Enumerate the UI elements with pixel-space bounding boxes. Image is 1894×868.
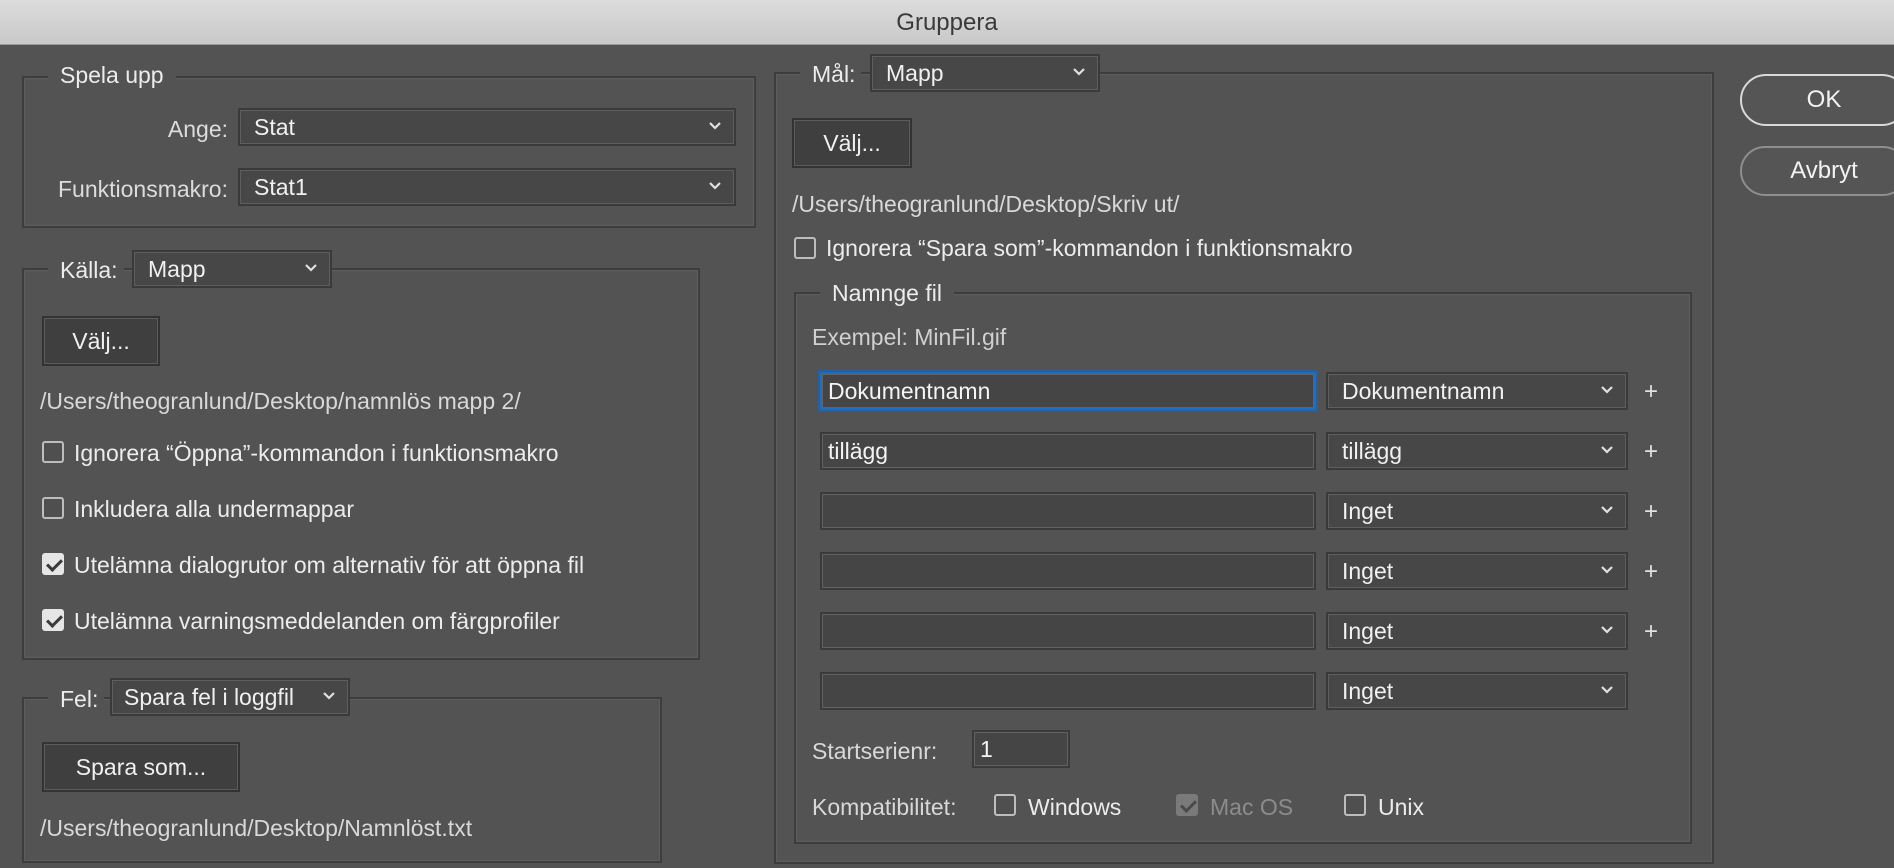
compat-label: Kompatibilitet: (812, 794, 957, 820)
chevron-down-icon (322, 680, 336, 714)
add-row-button-2[interactable]: + (1641, 438, 1661, 466)
name-select-value-2: tillägg (1342, 438, 1403, 464)
source-choose-button[interactable]: Välj... (42, 316, 160, 366)
play-legend: Spela upp (48, 62, 176, 89)
name-select-value-4: Inget (1342, 558, 1394, 584)
chevron-down-icon (1600, 434, 1614, 468)
serial-input[interactable]: 1 (972, 730, 1070, 768)
name-text-field-1[interactable]: Dokumentnamn (820, 372, 1316, 410)
compat-windows-checkbox[interactable] (994, 794, 1016, 816)
add-row-button-5[interactable]: + (1641, 618, 1661, 646)
name-select-5[interactable]: Inget (1326, 612, 1628, 650)
action-select[interactable]: Stat1 (238, 168, 736, 206)
action-label: Funktionsmakro: (57, 176, 228, 202)
destination-label: Mål: (800, 61, 862, 88)
source-select[interactable]: Mapp (132, 250, 332, 288)
name-select-4[interactable]: Inget (1326, 552, 1628, 590)
source-option-label-3: Utelämna dialogrutor om alternativ för a… (74, 552, 585, 578)
compat-macos-label: Mac OS (1210, 794, 1294, 820)
chevron-down-icon (1600, 494, 1614, 528)
action-select-value: Stat1 (254, 174, 308, 200)
set-select[interactable]: Stat (238, 108, 736, 146)
source-option-checkbox-2[interactable] (42, 497, 64, 519)
window-title-bar: Gruppera (0, 0, 1894, 45)
add-row-button-1[interactable]: + (1641, 378, 1661, 406)
name-text-field-6[interactable] (820, 672, 1316, 710)
compat-macos-checkbox (1176, 794, 1198, 816)
source-option-checkbox-3[interactable] (42, 553, 64, 575)
name-select-value-1: Dokumentnamn (1342, 378, 1505, 404)
chevron-down-icon (1600, 554, 1614, 588)
ignore-save-as-label: Ignorera “Spara som”-kommandon i funktio… (826, 235, 1353, 261)
compat-windows-label: Windows (1028, 794, 1122, 820)
name-text-field-5[interactable] (820, 612, 1316, 650)
source-option-label-1: Ignorera “Öppna”-kommandon i funktionsma… (74, 440, 559, 466)
compat-unix-checkbox[interactable] (1344, 794, 1366, 816)
add-row-button-4[interactable]: + (1641, 558, 1661, 586)
set-label: Ange: (167, 116, 228, 142)
destination-select-value: Mapp (886, 60, 944, 86)
source-option-label-4: Utelämna varningsmeddelanden om färgprof… (74, 608, 560, 634)
naming-example: Exempel: MinFil.gif (812, 324, 1007, 350)
name-select-6[interactable]: Inget (1326, 672, 1628, 710)
compat-unix-label: Unix (1378, 794, 1425, 820)
source-option-checkbox-1[interactable] (42, 441, 64, 463)
errors-label: Fel: (48, 686, 105, 713)
errors-path: /Users/theogranlund/Desktop/Namnlöst.txt (40, 815, 473, 841)
window-title: Gruppera (896, 9, 998, 36)
name-select-value-3: Inget (1342, 498, 1394, 524)
source-path: /Users/theogranlund/Desktop/namnlös mapp… (40, 388, 521, 414)
chevron-down-icon (304, 252, 318, 286)
ok-button[interactable]: OK (1740, 74, 1894, 126)
name-select-1[interactable]: Dokumentnamn (1326, 372, 1628, 410)
chevron-down-icon (1072, 56, 1086, 90)
name-text-field-2[interactable]: tillägg (820, 432, 1316, 470)
ignore-save-as-checkbox[interactable] (794, 237, 816, 259)
destination-choose-button[interactable]: Välj... (792, 118, 912, 168)
name-text-field-3[interactable] (820, 492, 1316, 530)
chevron-down-icon (708, 110, 722, 144)
destination-select[interactable]: Mapp (870, 54, 1100, 92)
chevron-down-icon (1600, 614, 1614, 648)
name-select-value-6: Inget (1342, 678, 1394, 704)
source-select-value: Mapp (148, 256, 206, 282)
source-option-label-2: Inkludera alla undermappar (74, 496, 355, 522)
naming-legend: Namnge fil (820, 280, 954, 307)
errors-select[interactable]: Spara fel i loggfil (110, 678, 350, 716)
errors-save-as-button[interactable]: Spara som... (42, 742, 240, 792)
add-row-button-3[interactable]: + (1641, 498, 1661, 526)
source-label: Källa: (48, 257, 124, 284)
name-text-field-4[interactable] (820, 552, 1316, 590)
name-select-3[interactable]: Inget (1326, 492, 1628, 530)
name-select-value-5: Inget (1342, 618, 1394, 644)
source-option-checkbox-4[interactable] (42, 609, 64, 631)
cancel-button[interactable]: Avbryt (1740, 146, 1894, 196)
chevron-down-icon (1600, 374, 1614, 408)
name-select-2[interactable]: tillägg (1326, 432, 1628, 470)
set-select-value: Stat (254, 114, 295, 140)
serial-label: Startserienr: (812, 738, 938, 764)
chevron-down-icon (708, 170, 722, 204)
errors-select-value: Spara fel i loggfil (124, 684, 295, 710)
chevron-down-icon (1600, 674, 1614, 708)
destination-path: /Users/theogranlund/Desktop/Skriv ut/ (792, 191, 1180, 217)
